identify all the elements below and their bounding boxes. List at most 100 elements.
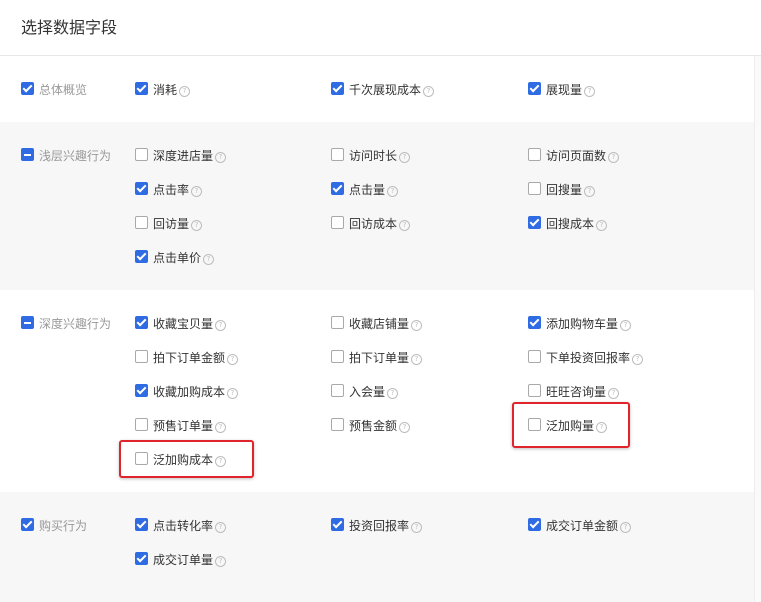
field-label: 拍下订单金额: [153, 351, 226, 365]
field-label: 收藏店铺量: [349, 317, 410, 331]
field-label: 消耗: [153, 83, 178, 97]
highlight-box-broad-cart-cost: [119, 440, 254, 478]
field-label: 预售金额: [349, 419, 398, 433]
field-label: 成交订单量: [153, 553, 214, 567]
section-shallow-interest: 浅层兴趣行为 深度进店量? 访问时长? 访问页面数? 点击率? 点击量? 回搜量…: [0, 122, 754, 290]
field-label: 深度进店量: [153, 149, 214, 163]
help-icon[interactable]: ?: [215, 556, 227, 567]
help-icon[interactable]: ?: [387, 388, 399, 399]
field-label: 预售订单量: [153, 419, 214, 433]
field-label: 访问页面数: [546, 149, 607, 163]
checkbox[interactable]: [135, 148, 148, 161]
checkbox[interactable]: [331, 518, 344, 531]
section-purchase: 购买行为 点击转化率? 投资回报率? 成交订单金额? 成交订单量?: [0, 492, 754, 602]
checkbox[interactable]: [331, 316, 344, 329]
checkbox[interactable]: [331, 148, 344, 161]
help-icon[interactable]: ?: [215, 422, 227, 433]
help-icon[interactable]: ?: [620, 522, 632, 533]
field-label: 成交订单金额: [546, 519, 619, 533]
checkbox[interactable]: [135, 350, 148, 363]
checkbox[interactable]: [21, 148, 34, 161]
field-label: 千次展现成本: [349, 83, 422, 97]
dialog-title: 选择数据字段: [21, 18, 118, 37]
checkbox[interactable]: [135, 182, 148, 195]
section-deep-interest: 深度兴趣行为 收藏宝贝量? 收藏店铺量? 添加购物车量? 拍下订单金额? 拍下订…: [0, 290, 754, 492]
checkbox[interactable]: [528, 182, 541, 195]
field-label: 回搜成本: [546, 217, 595, 231]
checkbox[interactable]: [135, 250, 148, 263]
field-label: 点击率: [153, 183, 190, 197]
help-icon[interactable]: ?: [596, 220, 608, 231]
help-icon[interactable]: ?: [608, 388, 620, 399]
help-icon[interactable]: ?: [215, 152, 227, 163]
help-icon[interactable]: ?: [411, 354, 423, 365]
help-icon[interactable]: ?: [423, 86, 435, 97]
help-icon[interactable]: ?: [387, 186, 399, 197]
help-icon[interactable]: ?: [203, 254, 215, 265]
checkbox[interactable]: [528, 384, 541, 397]
dialog-header: 选择数据字段: [0, 0, 761, 56]
help-icon[interactable]: ?: [399, 422, 411, 433]
help-icon[interactable]: ?: [227, 354, 239, 365]
help-icon[interactable]: ?: [399, 220, 411, 231]
help-icon[interactable]: ?: [179, 86, 191, 97]
checkbox[interactable]: [135, 216, 148, 229]
checkbox[interactable]: [528, 216, 541, 229]
field-label: 入会量: [349, 385, 386, 399]
group-label: 浅层兴趣行为: [39, 149, 112, 163]
help-icon[interactable]: ?: [191, 186, 203, 197]
field-label: 拍下订单量: [349, 351, 410, 365]
checkbox[interactable]: [21, 316, 34, 329]
field-label: 收藏加购成本: [153, 385, 226, 399]
field-label: 收藏宝贝量: [153, 317, 214, 331]
checkbox[interactable]: [331, 384, 344, 397]
field-label: 回访量: [153, 217, 190, 231]
checkbox[interactable]: [528, 350, 541, 363]
field-label: 点击量: [349, 183, 386, 197]
field-label: 点击转化率: [153, 519, 214, 533]
field-label: 展现量: [546, 83, 583, 97]
section-overview: 总体概览 消耗? 千次展现成本? 展现量?: [0, 56, 754, 122]
help-icon[interactable]: ?: [632, 354, 644, 365]
checkbox[interactable]: [21, 82, 34, 95]
field-label: 下单投资回报率: [546, 351, 631, 365]
checkbox[interactable]: [135, 384, 148, 397]
checkbox[interactable]: [331, 82, 344, 95]
field-label: 点击单价: [153, 251, 202, 265]
checkbox[interactable]: [528, 148, 541, 161]
help-icon[interactable]: ?: [215, 320, 227, 331]
checkbox[interactable]: [528, 316, 541, 329]
checkbox[interactable]: [135, 552, 148, 565]
help-icon[interactable]: ?: [411, 320, 423, 331]
help-icon[interactable]: ?: [620, 320, 632, 331]
checkbox[interactable]: [331, 182, 344, 195]
help-icon[interactable]: ?: [227, 388, 239, 399]
checkbox[interactable]: [331, 216, 344, 229]
field-label: 回访成本: [349, 217, 398, 231]
field-label: 投资回报率: [349, 519, 410, 533]
checkbox[interactable]: [21, 518, 34, 531]
field-label: 访问时长: [349, 149, 398, 163]
checkbox[interactable]: [135, 518, 148, 531]
help-icon[interactable]: ?: [584, 86, 596, 97]
scrollbar[interactable]: [754, 56, 761, 602]
group-label: 购买行为: [39, 519, 88, 533]
group-label: 总体概览: [39, 83, 88, 97]
group-label: 深度兴趣行为: [39, 317, 112, 331]
help-icon[interactable]: ?: [608, 152, 620, 163]
field-label: 添加购物车量: [546, 317, 619, 331]
checkbox[interactable]: [135, 418, 148, 431]
field-label: 旺旺咨询量: [546, 385, 607, 399]
help-icon[interactable]: ?: [411, 522, 423, 533]
checkbox[interactable]: [331, 418, 344, 431]
checkbox[interactable]: [528, 518, 541, 531]
checkbox[interactable]: [331, 350, 344, 363]
checkbox[interactable]: [528, 82, 541, 95]
help-icon[interactable]: ?: [191, 220, 203, 231]
checkbox[interactable]: [135, 316, 148, 329]
help-icon[interactable]: ?: [584, 186, 596, 197]
checkbox[interactable]: [135, 82, 148, 95]
field-label: 回搜量: [546, 183, 583, 197]
help-icon[interactable]: ?: [399, 152, 411, 163]
help-icon[interactable]: ?: [215, 522, 227, 533]
